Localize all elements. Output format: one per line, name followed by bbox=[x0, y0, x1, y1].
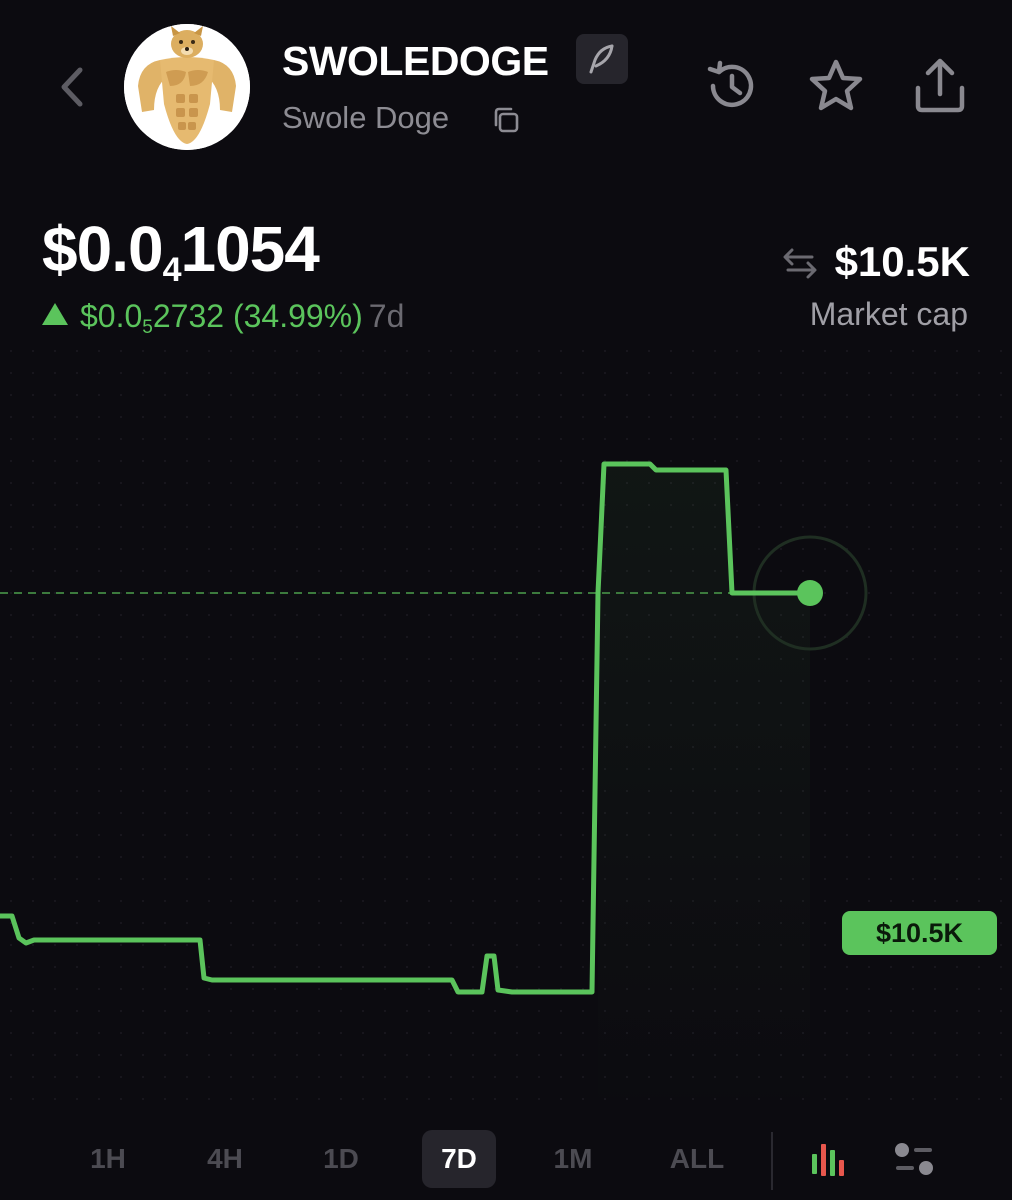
tab-4h[interactable]: 4H bbox=[192, 1130, 258, 1188]
tab-1m[interactable]: 1M bbox=[538, 1130, 608, 1188]
tab-1h[interactable]: 1H bbox=[76, 1130, 140, 1188]
favorite-button[interactable] bbox=[806, 56, 866, 116]
price-lead: $0.0 bbox=[42, 213, 164, 285]
tab-all[interactable]: ALL bbox=[660, 1130, 734, 1188]
token-ticker: SWOLEDOGE bbox=[282, 38, 549, 84]
tab-1d[interactable]: 1D bbox=[308, 1130, 374, 1188]
tab-7d[interactable]: 7D bbox=[422, 1130, 496, 1188]
current-point bbox=[797, 580, 823, 606]
price-tail: 1054 bbox=[180, 213, 319, 285]
change-tail: 2732 (34.99%) bbox=[152, 298, 363, 334]
candlestick-icon bbox=[812, 1144, 844, 1176]
price-zero-count: 4 bbox=[162, 251, 182, 289]
edit-button[interactable] bbox=[576, 34, 628, 84]
current-price: $0.041054 bbox=[42, 212, 320, 290]
price-change: $0.052732 (34.99%) 7d bbox=[42, 298, 404, 339]
feather-icon bbox=[589, 44, 614, 74]
copy-icon bbox=[494, 107, 519, 133]
star-icon bbox=[809, 59, 863, 111]
current-value-badge: $10.5K bbox=[842, 911, 997, 955]
chevron-left-icon bbox=[61, 67, 83, 107]
change-zero-count: 5 bbox=[142, 317, 153, 338]
chart-settings-button[interactable] bbox=[890, 1136, 938, 1184]
change-lead: $0.0 bbox=[80, 298, 143, 334]
share-icon bbox=[915, 58, 965, 113]
price-chart[interactable]: $10.5K bbox=[0, 340, 1012, 1120]
up-triangle-icon bbox=[42, 303, 68, 325]
share-button[interactable] bbox=[910, 56, 970, 116]
timeframe-bar: 1H 4H 1D 7D 1M ALL bbox=[0, 1120, 1012, 1200]
copy-address-button[interactable] bbox=[490, 104, 522, 136]
chart-settings-icon bbox=[895, 1143, 933, 1175]
toggle-price-mcap-button[interactable] bbox=[782, 245, 818, 281]
change-period: 7d bbox=[368, 298, 405, 334]
chart-grid bbox=[0, 340, 1012, 1120]
market-cap-value: $10.5K bbox=[834, 238, 970, 285]
candlestick-toggle-button[interactable] bbox=[806, 1136, 854, 1184]
chart-svg bbox=[0, 340, 1012, 1120]
swap-arrows-icon bbox=[783, 248, 817, 279]
tab-divider bbox=[771, 1132, 773, 1190]
header: SWOLEDOGE Swole Doge bbox=[0, 0, 1012, 180]
market-cap-label: Market cap bbox=[809, 296, 968, 332]
swole-doge-avatar-image bbox=[124, 24, 250, 150]
back-button[interactable] bbox=[52, 62, 92, 112]
history-icon bbox=[707, 60, 754, 108]
token-name: Swole Doge bbox=[282, 100, 450, 135]
token-avatar bbox=[124, 24, 250, 150]
history-button[interactable] bbox=[702, 56, 762, 116]
